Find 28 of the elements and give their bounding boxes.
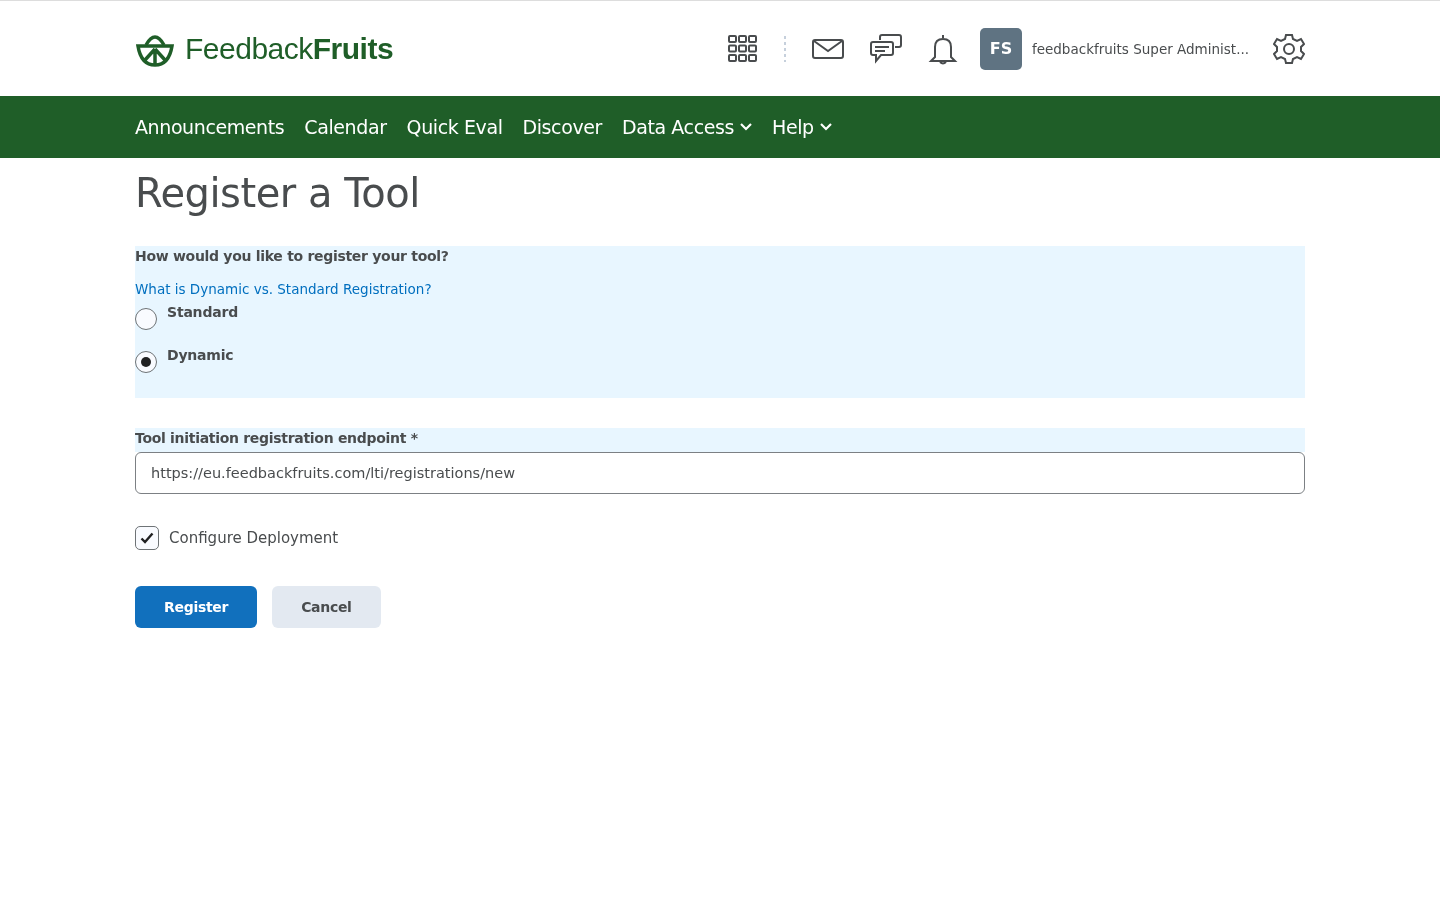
settings-icon[interactable] bbox=[1273, 32, 1305, 65]
cancel-button[interactable]: Cancel bbox=[272, 586, 381, 628]
question-label: How would you like to register your tool? bbox=[135, 248, 450, 264]
chat-icon[interactable] bbox=[869, 33, 902, 64]
nav-link[interactable]: Data Access bbox=[621, 116, 752, 138]
endpoint-field[interactable]: https://eu.feedbackfruits.com/lti/registrations/new bbox=[135, 452, 1305, 494]
nav-link[interactable]: Quick Eval bbox=[406, 116, 503, 138]
radio-button[interactable] bbox=[135, 351, 157, 373]
page-title: Register a Tool bbox=[135, 170, 421, 216]
register-button[interactable]: Register bbox=[135, 586, 258, 628]
user-avatar[interactable]: FS bbox=[979, 27, 1022, 70]
mail-icon[interactable] bbox=[811, 38, 844, 59]
help-link[interactable]: What is Dynamic vs. Standard Registration? bbox=[135, 281, 432, 297]
logo-text: FeedbackFruits bbox=[185, 31, 394, 66]
nav-link[interactable]: Discover bbox=[522, 116, 602, 138]
field-label: Tool initiation registration endpoint * bbox=[135, 430, 419, 446]
radio-button[interactable] bbox=[135, 308, 157, 330]
option-label: Standard bbox=[167, 304, 238, 320]
checkbox-label: Configure Deployment bbox=[169, 529, 339, 547]
bell-icon[interactable] bbox=[927, 32, 958, 65]
checkbox[interactable] bbox=[135, 526, 159, 550]
check-icon bbox=[140, 532, 154, 544]
nav-link[interactable]: Announcements bbox=[135, 116, 285, 138]
nav-link[interactable]: Calendar bbox=[304, 116, 387, 138]
user-name[interactable]: feedbackfruits Super Administ... bbox=[1031, 40, 1249, 57]
option-label: Dynamic bbox=[167, 347, 234, 363]
nav-link[interactable]: Help bbox=[772, 116, 832, 138]
app-grid-icon[interactable] bbox=[727, 34, 758, 63]
